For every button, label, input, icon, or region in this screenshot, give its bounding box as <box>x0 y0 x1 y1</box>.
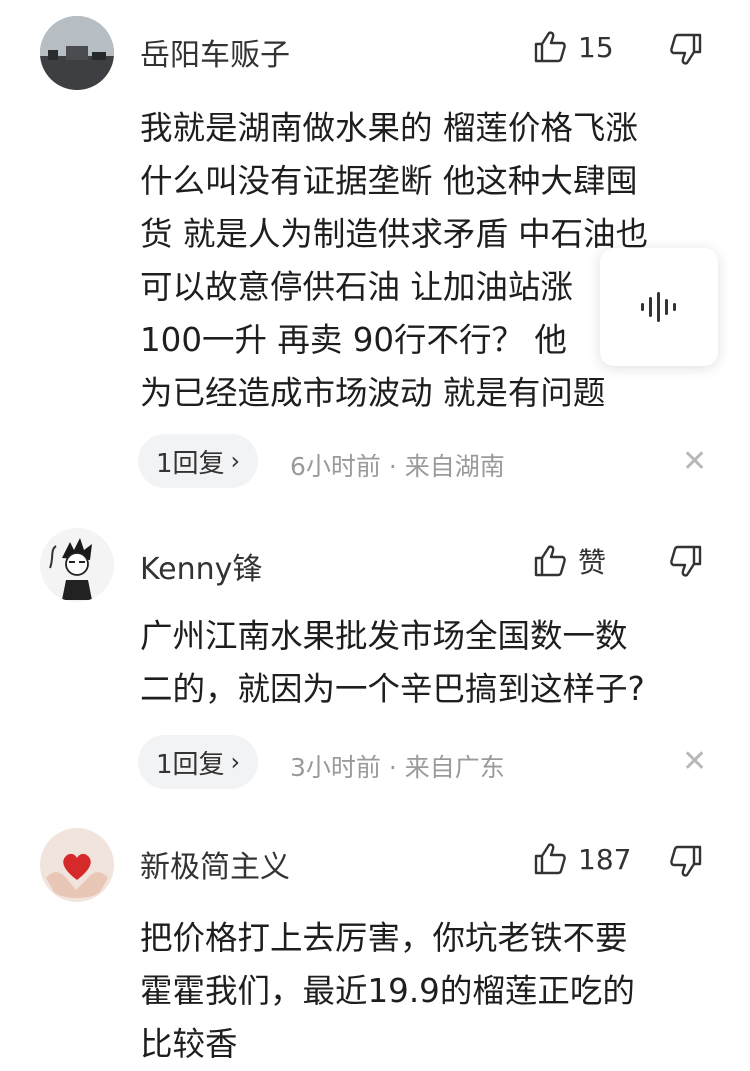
like-count: 15 <box>578 30 614 64</box>
username[interactable]: Kenny锋 <box>140 544 262 588</box>
heart-in-hands-avatar-icon <box>40 828 114 902</box>
voice-button[interactable] <box>600 248 718 366</box>
reply-label: 1回复 <box>156 749 225 780</box>
username[interactable]: 岳阳车贩子 <box>140 30 290 74</box>
like-count: 赞 <box>578 546 607 579</box>
like-button[interactable]: 187 <box>532 841 631 877</box>
close-icon[interactable]: ✕ <box>682 447 707 477</box>
thumbs-up-icon <box>534 31 566 63</box>
user-avatar[interactable] <box>40 828 114 902</box>
landscape-photo-avatar-icon <box>40 16 114 90</box>
user-avatar[interactable] <box>40 528 114 602</box>
comment-item: 新极简主义 187 把价格打上去厉害，你坑老铁不要 霍霍我们，最近19.9的榴莲… <box>0 810 750 1063</box>
dislike-button[interactable] <box>666 842 704 880</box>
thumbs-down-icon <box>670 33 702 65</box>
dislike-button[interactable] <box>666 30 704 68</box>
reply-label: 1回复 <box>156 448 225 479</box>
comment-text: 广州江南水果批发市场全国数一数 二的，就因为一个辛巴搞到这样子? <box>140 617 645 708</box>
reply-button[interactable]: 1回复 › <box>138 735 259 789</box>
reply-button[interactable]: 1回复 › <box>138 434 259 488</box>
anime-character-avatar-icon <box>40 528 114 602</box>
voice-wave-icon <box>641 292 676 322</box>
comment-item: Kenny锋 赞 广州江南水果批发市场全国数一数 二的，就因为一个辛巴搞到这样子… <box>0 500 750 810</box>
like-count: 187 <box>578 842 632 876</box>
close-icon[interactable]: ✕ <box>682 747 707 777</box>
dislike-button[interactable] <box>666 542 704 580</box>
thumbs-up-icon <box>534 843 566 875</box>
chevron-right-icon: › <box>230 748 241 776</box>
thumbs-up-icon <box>534 545 566 577</box>
username[interactable]: 新极简主义 <box>140 842 290 886</box>
like-button[interactable]: 赞 <box>532 541 606 581</box>
user-avatar[interactable] <box>40 16 114 90</box>
like-button[interactable]: 15 <box>532 29 614 65</box>
comment-meta: 6小时前 · 来自湖南 <box>290 452 505 481</box>
thumbs-down-icon <box>670 545 702 577</box>
comment-meta: 3小时前 · 来自广东 <box>290 753 505 782</box>
chevron-right-icon: › <box>230 447 241 475</box>
comment-text: 把价格打上去厉害，你坑老铁不要 霍霍我们，最近19.9的榴莲正吃的 比较香 <box>140 919 635 1063</box>
thumbs-down-icon <box>670 845 702 877</box>
